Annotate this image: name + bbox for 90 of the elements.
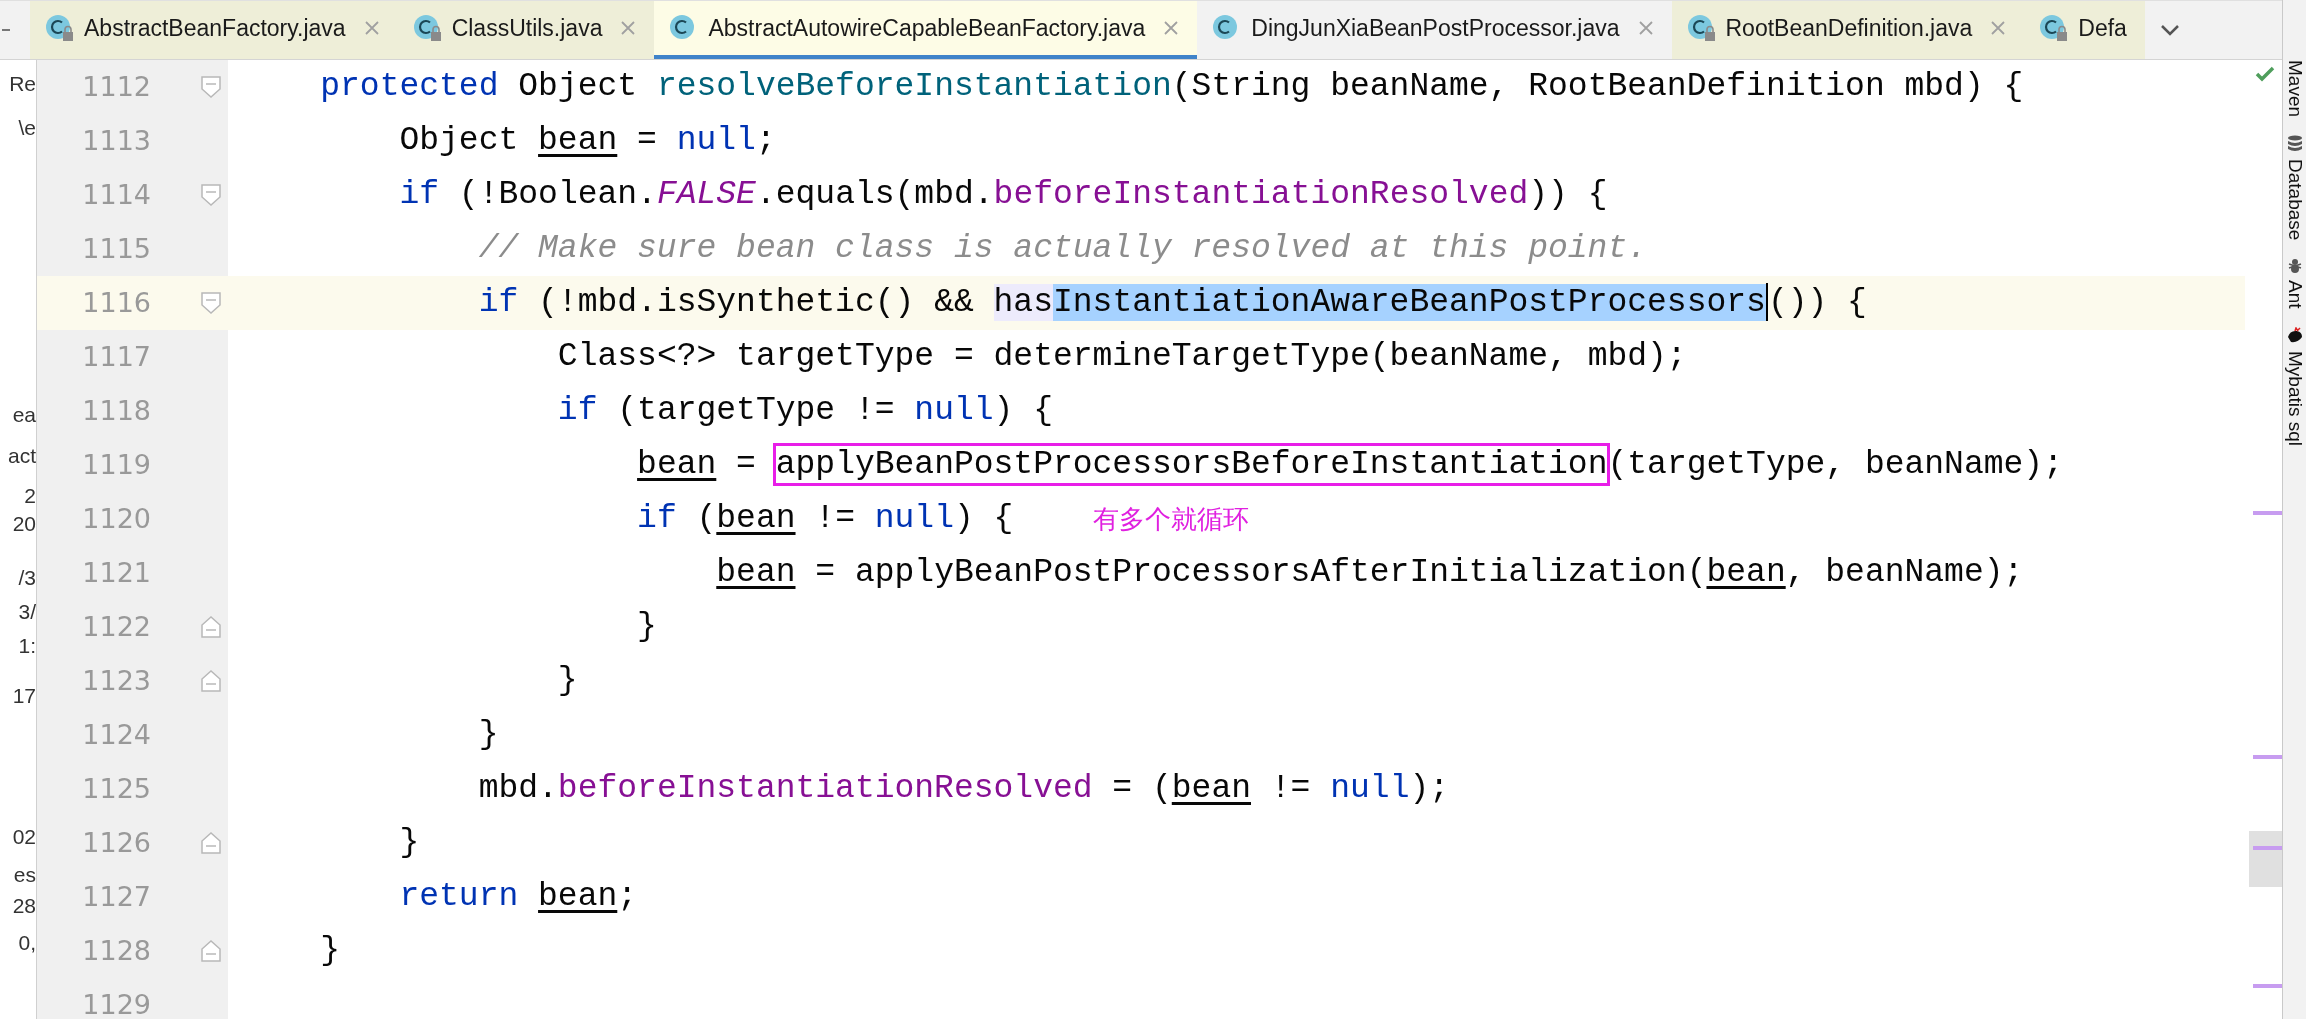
bird-icon xyxy=(2285,326,2304,345)
text-selection: InstantiationAwareBeanPostProcessors xyxy=(1052,284,1766,321)
class-icon xyxy=(411,13,442,43)
code-line: if (!Boolean.FALSE.equals(mbd.beforeInstantiationResolved)) { xyxy=(398,175,1608,215)
panel-text: 0, xyxy=(18,931,36,955)
fold-icon[interactable] xyxy=(200,75,222,99)
scroll-marker[interactable] xyxy=(2253,984,2282,988)
panel-text: 17 xyxy=(12,684,36,708)
panel-text: ea xyxy=(12,403,36,427)
editor-tab[interactable]: Defa xyxy=(2024,1,2145,59)
line-number: 1114 xyxy=(81,178,151,212)
code-line: if (targetType != null) { xyxy=(556,391,1053,431)
annotation-box: applyBeanPostProcessorsBeforeInstantiation xyxy=(775,446,1608,483)
tool-window-button[interactable]: Ant xyxy=(2283,258,2306,309)
editor-tab[interactable]: AbstractBeanFactory.java xyxy=(30,1,398,59)
code-line: // Make sure bean class is actually resolved at this point. xyxy=(477,229,1648,269)
code-line: } xyxy=(319,931,341,971)
class-icon xyxy=(44,13,74,43)
line-number: 1118 xyxy=(81,394,151,428)
panel-text: 2 xyxy=(24,484,36,508)
line-number: 1112 xyxy=(81,70,151,104)
close-icon[interactable] xyxy=(363,20,380,36)
scroll-marker[interactable] xyxy=(2253,755,2282,759)
panel-text: 1: xyxy=(18,634,36,658)
line-number: 1128 xyxy=(81,934,151,968)
code-line: Class<?> targetType = determineTargetType(beanName, mbd); xyxy=(556,337,1687,377)
panel-text: 02 xyxy=(12,825,36,849)
scrollbar-thumb[interactable] xyxy=(2249,831,2282,887)
close-icon[interactable] xyxy=(1163,20,1180,36)
code-line: } xyxy=(398,823,420,863)
line-number: 1125 xyxy=(81,772,151,806)
code-text: ()) { xyxy=(1767,284,1867,321)
line-number: 1113 xyxy=(81,124,151,158)
code-text: if (!mbd.isSynthetic() && xyxy=(477,284,975,321)
line-number: 1123 xyxy=(81,664,151,698)
check-icon xyxy=(2255,66,2275,82)
fold-icon[interactable] xyxy=(200,831,222,855)
scroll-marker[interactable] xyxy=(2253,846,2282,850)
line-number: 1119 xyxy=(81,448,151,482)
panel-text: es xyxy=(13,863,36,887)
panel-text: Re xyxy=(9,72,36,96)
tool-window-button[interactable]: Maven xyxy=(2283,60,2306,118)
fold-icon[interactable] xyxy=(200,291,222,315)
line-number: 1122 xyxy=(81,610,151,644)
ant-icon xyxy=(2286,258,2303,275)
fold-icon[interactable] xyxy=(200,669,222,693)
panel-text: 20 xyxy=(12,512,36,536)
scroll-marker[interactable] xyxy=(2253,511,2282,515)
panel-text: 28 xyxy=(12,894,36,918)
line-number: 1124 xyxy=(81,718,151,752)
tool-window-button[interactable]: Database xyxy=(2283,135,2306,241)
close-icon[interactable] xyxy=(1990,20,2007,36)
code-line: return bean; xyxy=(398,877,638,917)
tool-window-button[interactable]: Mybatis sql xyxy=(2283,326,2306,446)
fold-icon[interactable] xyxy=(200,183,222,207)
code-line: if (bean != null) { xyxy=(636,499,1014,539)
line-number: 1117 xyxy=(81,340,151,374)
close-icon[interactable] xyxy=(1637,20,1654,36)
code-line: protected Object resolveBeforeInstantiation(String beanName, RootBeanDefinition mbd) { xyxy=(319,67,2024,107)
database-icon xyxy=(2286,135,2303,154)
panel-text: /3 xyxy=(18,566,36,590)
line-number: 1116 xyxy=(81,286,151,320)
line-number: 1129 xyxy=(81,988,151,1019)
identifier-highlight: has xyxy=(993,284,1053,321)
panel-text: 3/ xyxy=(18,600,36,624)
fold-icon[interactable] xyxy=(200,939,222,963)
code-text: (targetType, beanName); xyxy=(1607,446,2063,483)
code-line: } xyxy=(636,607,657,647)
annotation-note: 有多个就循环 xyxy=(1093,503,1250,536)
code-line: bean = applyBeanPostProcessorsAfterInitialization(bean, beanName); xyxy=(715,553,2024,593)
panel-text: act xyxy=(8,444,36,468)
line-number: 1121 xyxy=(81,556,151,590)
fold-icon[interactable] xyxy=(200,615,222,639)
line-number: 1126 xyxy=(81,826,151,860)
panel-text: \e xyxy=(18,116,36,140)
class-icon xyxy=(2038,13,2069,43)
editor-tab[interactable]: ClassUtils.java xyxy=(397,1,655,59)
close-icon[interactable] xyxy=(620,20,637,36)
code-line: mbd.beforeInstantiationResolved = (bean != null); xyxy=(477,769,1450,809)
editor-tab[interactable]: AbstractAutowireCapableBeanFactory.java xyxy=(654,1,1198,59)
editor-tab[interactable]: RootBeanDefinition.java xyxy=(1671,1,2025,59)
chevron-down-icon[interactable] xyxy=(2159,24,2180,36)
line-number: 1127 xyxy=(81,880,151,914)
line-number: 1115 xyxy=(81,232,151,266)
code-line: } xyxy=(556,661,578,701)
class-icon xyxy=(1685,13,1716,43)
code-line: Object bean = null; xyxy=(398,121,776,161)
code-line: } xyxy=(477,715,499,755)
line-number: 1120 xyxy=(81,502,151,536)
code-text: bean = xyxy=(636,446,757,483)
